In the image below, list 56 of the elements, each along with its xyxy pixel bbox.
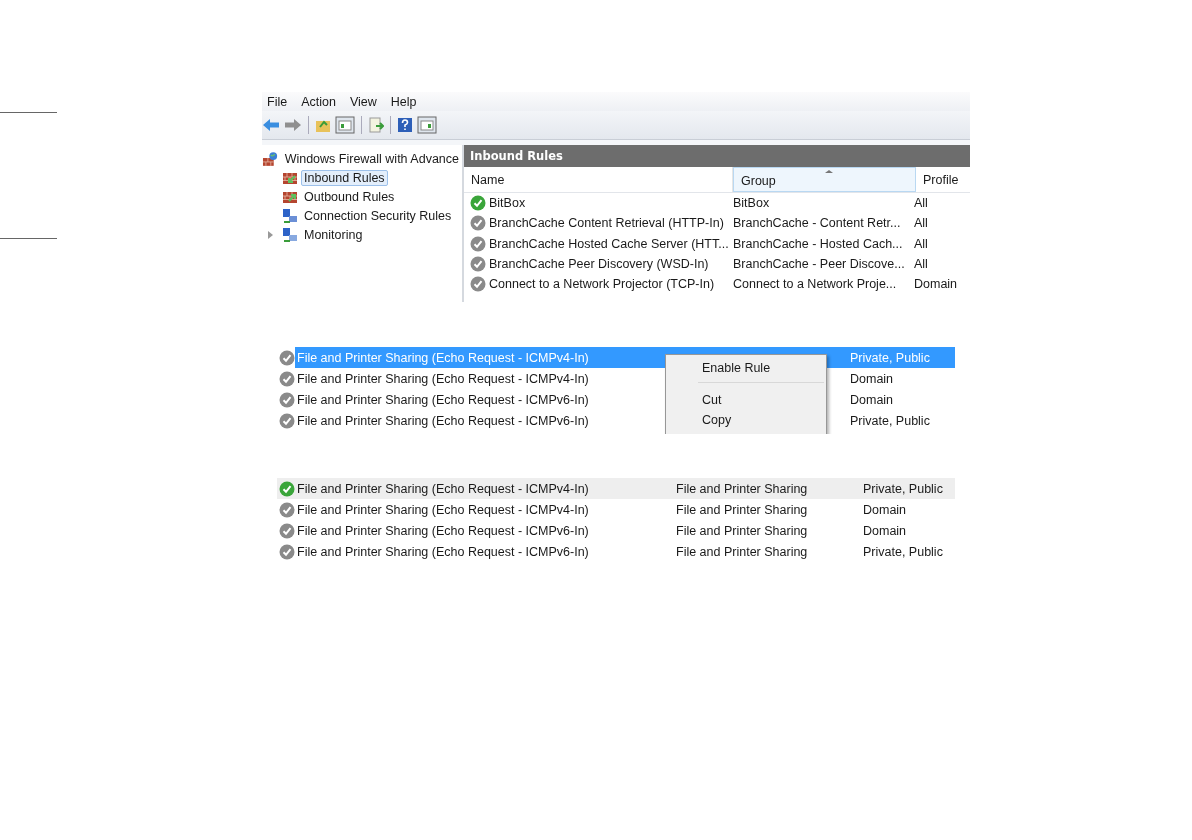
rule-group: File and Printer Sharing	[676, 544, 863, 559]
rule-profile: Domain	[850, 392, 894, 407]
help-icon[interactable]	[397, 117, 413, 133]
rule-profile: Private, Public	[850, 350, 930, 365]
rule-profile: All	[913, 196, 929, 211]
menu-item[interactable]: Enable Rule	[666, 358, 826, 378]
forward-arrow-icon[interactable]	[284, 118, 302, 132]
rule-name: File and Printer Sharing (Echo Request - ICMPv4-In)	[297, 481, 589, 496]
export-list-icon[interactable]	[368, 117, 384, 133]
rule-group: BranchCache - Peer Discove...	[726, 257, 907, 272]
rule-profile: Domain	[863, 502, 907, 517]
back-arrow-icon[interactable]	[262, 118, 280, 132]
menu-item[interactable]: View	[349, 94, 377, 109]
rule-profile: Domain	[863, 523, 907, 538]
rule-group: Connect to a Network Proje...	[726, 277, 907, 292]
pane-title: Inbound Rules	[464, 145, 970, 167]
rule-group: File and Printer Sharing	[676, 523, 863, 538]
rule-name: File and Printer Sharing (Echo Request - ICMPv4-In)	[297, 502, 589, 517]
column-header[interactable]: Group	[733, 167, 916, 192]
rule-name[interactable]: File and Printer Sharing (Echo Request - ICMPv6-In)	[297, 392, 589, 407]
tree-item[interactable]: Monitoring	[301, 226, 366, 243]
menu-item[interactable]: Copy	[666, 410, 826, 430]
menu-item[interactable]: Action	[301, 94, 336, 109]
rule-name: BitBox	[489, 196, 526, 211]
action-pane-icon[interactable]	[417, 116, 437, 134]
firewall-globe-icon	[262, 150, 278, 167]
column-header[interactable]: Profile	[916, 167, 970, 192]
console-tree-icon[interactable]	[335, 116, 355, 134]
rule-profile: Private, Public	[863, 544, 943, 559]
menu-item[interactable]: Cut	[666, 390, 826, 410]
rule-profile: Private, Public	[863, 481, 943, 496]
rule-profile: All	[913, 236, 929, 251]
rule-name: File and Printer Sharing (Echo Request - ICMPv6-In)	[297, 523, 589, 538]
tree-item[interactable]: Inbound Rules	[301, 169, 388, 186]
rule-name: BranchCache Hosted Cache Server (HTT...	[489, 236, 729, 251]
rule-group: BitBox	[726, 196, 907, 211]
rule-profile: Domain	[913, 277, 959, 292]
rule-group: File and Printer Sharing	[676, 481, 863, 496]
rule-profile: All	[913, 257, 929, 272]
rule-name: File and Printer Sharing (Echo Request - ICMPv6-In)	[297, 544, 589, 559]
menu-item[interactable]: Help	[390, 94, 417, 109]
rule-group: BranchCache - Content Retr...	[726, 216, 907, 231]
rule-name: BranchCache Content Retrieval (HTTP-In)	[489, 216, 724, 231]
rule-name[interactable]: File and Printer Sharing (Echo Request - ICMPv6-In)	[297, 413, 589, 428]
rule-name: Connect to a Network Projector (TCP-In)	[489, 277, 715, 292]
rule-name[interactable]: File and Printer Sharing (Echo Request - ICMPv4-In)	[297, 371, 589, 386]
expand-arrow-icon[interactable]	[268, 230, 273, 239]
rule-profile: Domain	[850, 371, 894, 386]
tree-item[interactable]: Connection Security Rules	[301, 207, 455, 224]
tree-item[interactable]: Windows Firewall with Advance	[281, 150, 462, 167]
rule-group: File and Printer Sharing	[676, 502, 863, 517]
rule-profile: All	[913, 216, 929, 231]
rule-profile: Private, Public	[850, 413, 930, 428]
rule-name: BranchCache Peer Discovery (WSD-In)	[489, 257, 709, 272]
menu-item[interactable]: File	[267, 94, 288, 109]
tree-item[interactable]: Outbound Rules	[301, 188, 398, 205]
